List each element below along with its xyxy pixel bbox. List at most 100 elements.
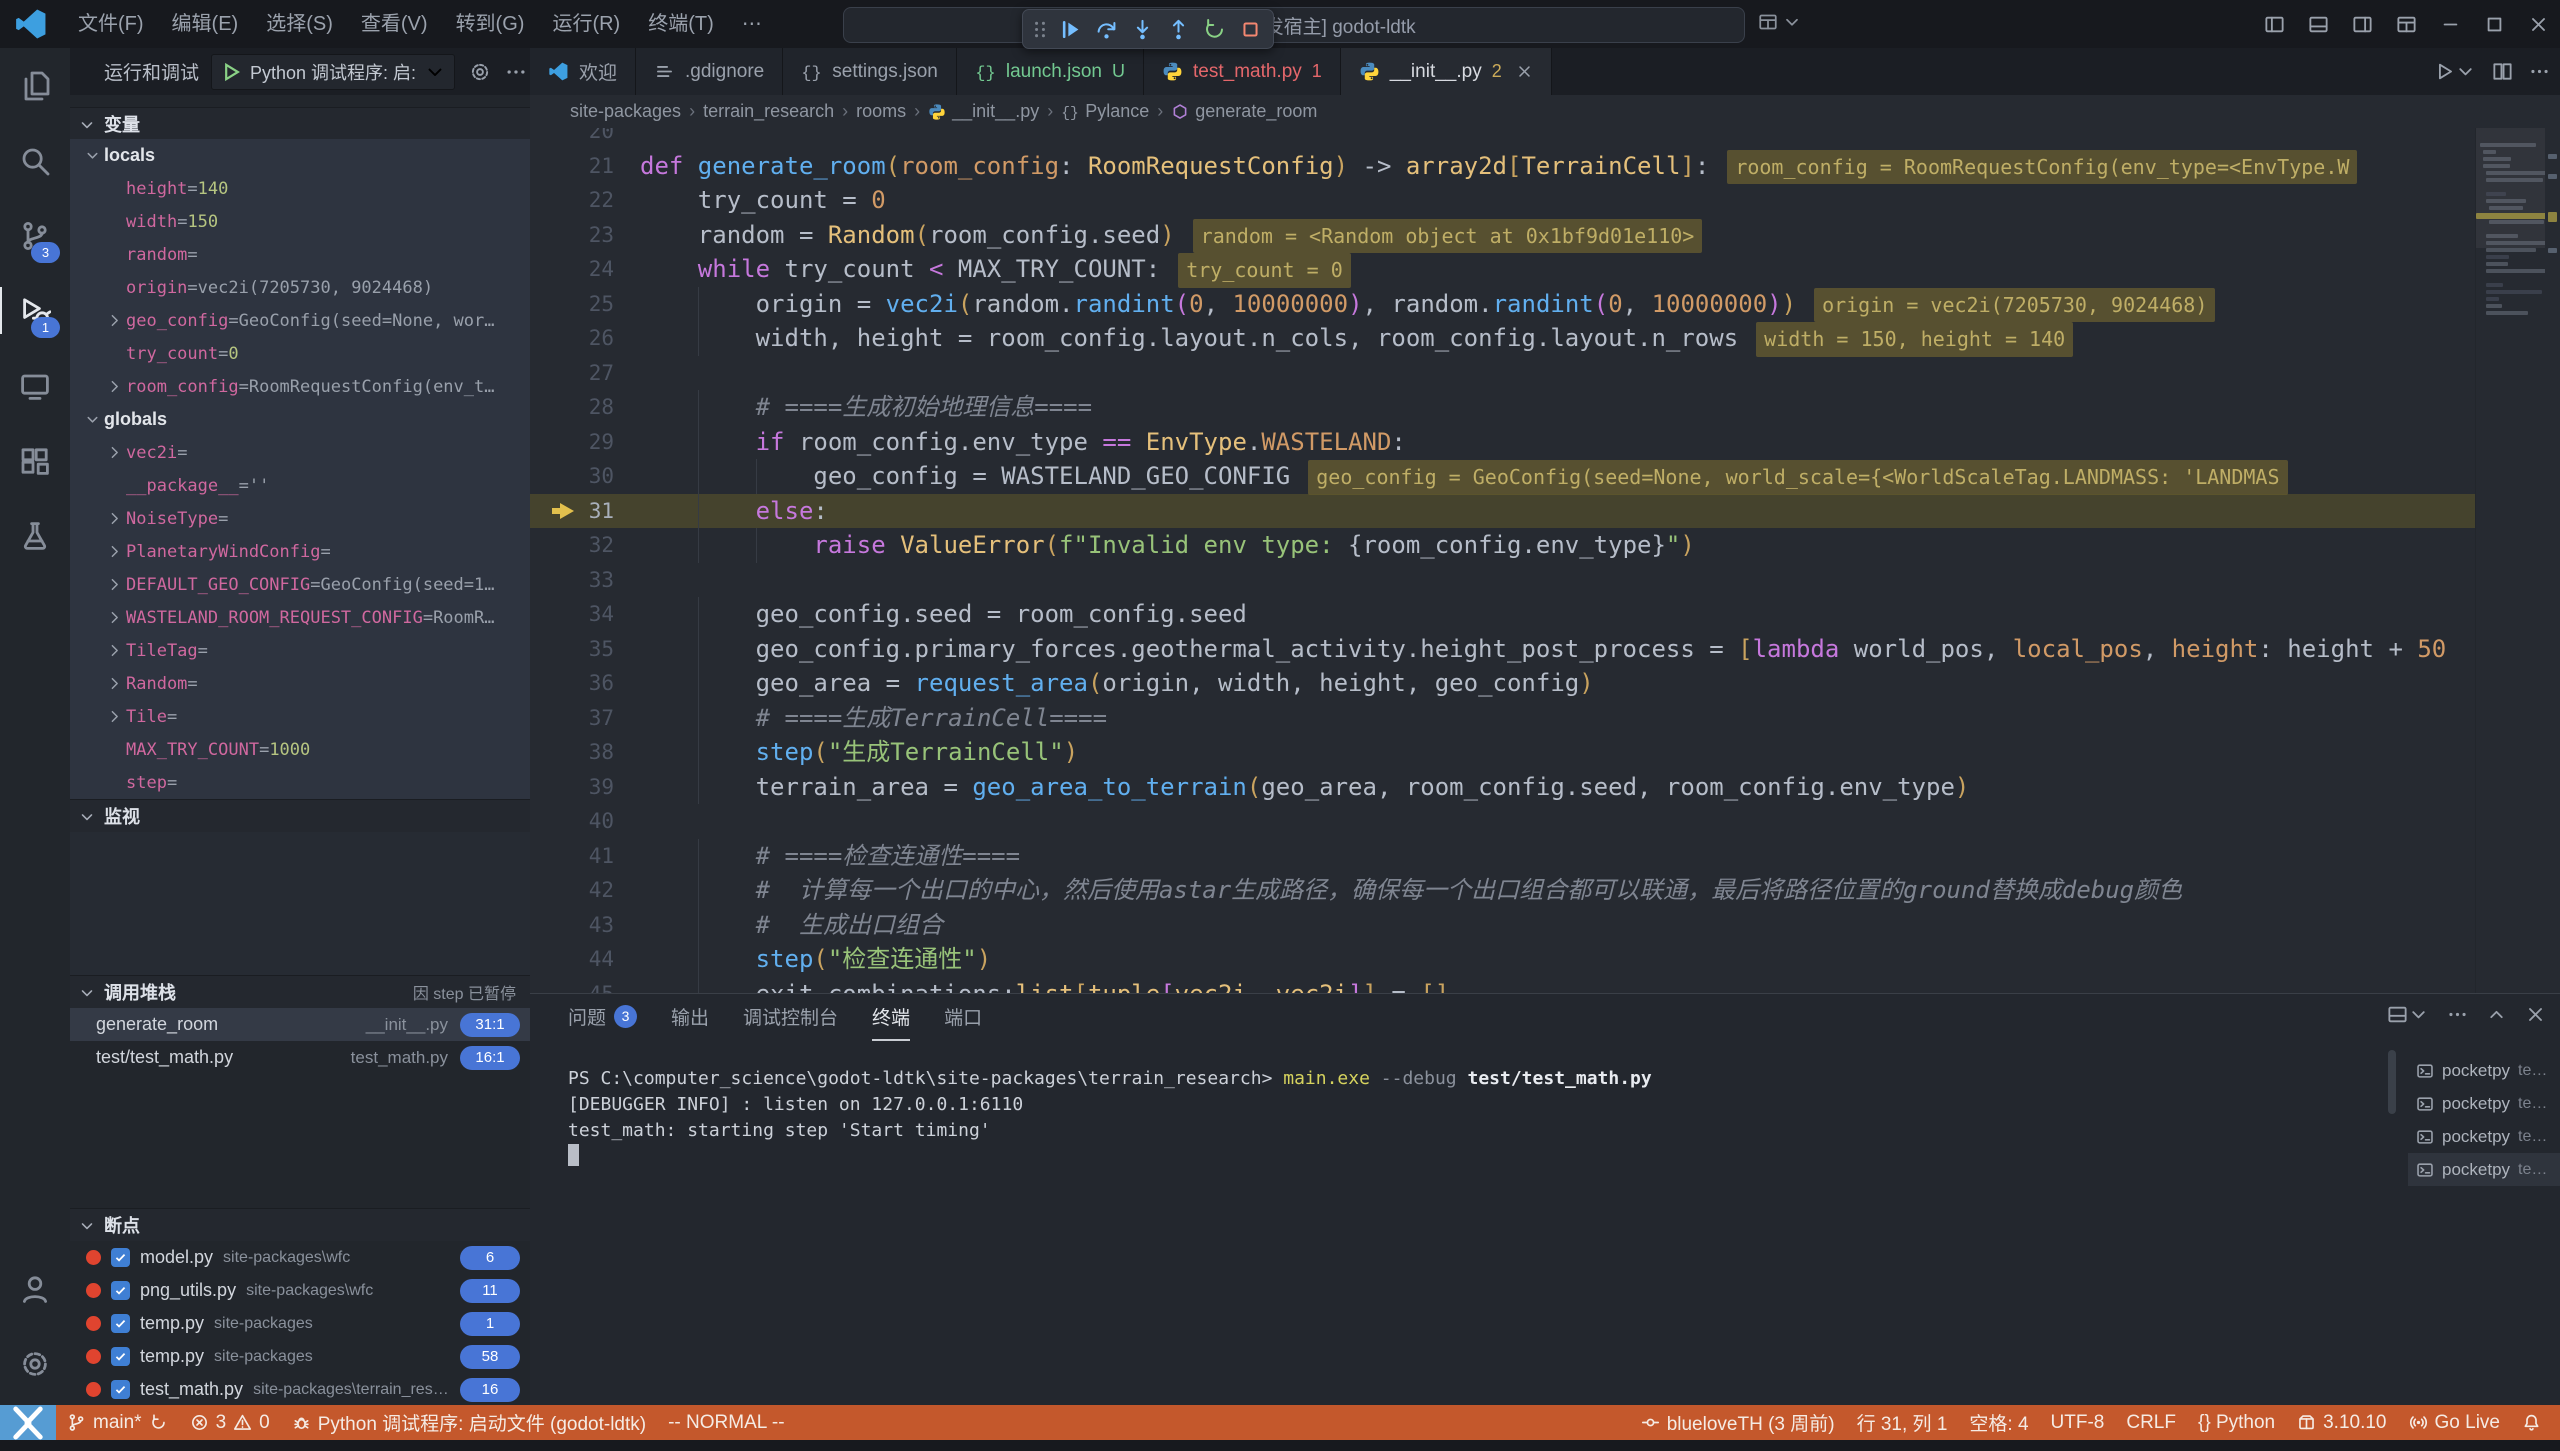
terminal-session[interactable]: pocketpyte… [2408,1087,2560,1120]
code-line-38[interactable]: 38 step("生成TerrainCell") [530,735,2475,770]
customize-layout[interactable] [2384,0,2428,48]
close-window[interactable] [2516,0,2560,48]
debug-continue[interactable] [1053,13,1087,45]
breakpoint-checkbox[interactable] [111,1380,130,1399]
breadcrumb-item[interactable]: rooms [856,101,906,122]
minimize-window[interactable] [2428,0,2472,48]
variables-section-header[interactable]: 变量 [70,107,530,140]
action-more-actions[interactable] [2529,61,2550,82]
stack-frame[interactable]: test/test_math.pytest_math.py16:1 [70,1041,530,1074]
breakpoint-row[interactable]: test_math.pysite-packages\terrain_res…16 [70,1373,530,1405]
menu-terminal[interactable]: 终端(T) [634,0,728,48]
debug-step-out[interactable] [1161,13,1195,45]
variable-row[interactable]: vec2i = [70,436,530,469]
status-language-mode[interactable]: {} Python [2187,1405,2286,1440]
breakpoint-row[interactable]: png_utils.pysite-packages\wfc11 [70,1274,530,1307]
activity-search[interactable] [0,123,70,198]
start-debugging-icon[interactable] [220,61,242,83]
start-debug-icon[interactable] [220,61,242,83]
panel-tab-problems[interactable]: 问题3 [568,993,637,1041]
code-line-37[interactable]: 37 # ====生成TerrainCell==== [530,701,2475,736]
code-line-40[interactable]: 40 [530,804,2475,839]
status-eol[interactable]: CRLF [2115,1405,2187,1440]
breadcrumb-item[interactable]: site-packages [570,101,681,122]
code-line-36[interactable]: 36 geo_area = request_area(origin, width… [530,666,2475,701]
maximize-window[interactable] [2472,0,2516,48]
overview-ruler[interactable] [2545,128,2560,993]
menu-go[interactable]: 转到(G) [442,0,539,48]
breakpoint-checkbox[interactable] [111,1248,130,1267]
code-editor[interactable]: 2021def generate_room(room_config: RoomR… [530,128,2475,993]
panel-action-terminal-layout[interactable] [2387,1004,2429,1025]
tab-init-py[interactable]: __init__.py2 [1341,48,1552,95]
debug-stop[interactable] [1233,13,1267,45]
toggle-primary-sidebar[interactable] [2252,0,2296,48]
code-line-21[interactable]: 21def generate_room(room_config: RoomReq… [530,149,2475,184]
code-line-33[interactable]: 33 [530,563,2475,598]
variable-group[interactable]: locals [70,139,530,172]
status-encoding[interactable]: UTF-8 [2040,1405,2116,1440]
quick-menu[interactable] [1758,12,1802,32]
command-center-search[interactable]: [扩展开发宿主] godot-ldtk [843,7,1745,43]
variable-row[interactable]: height = 140 [70,172,530,205]
status-git-commit[interactable]: blueloveTH (3 周前) [1630,1405,1846,1440]
status-vim-mode[interactable]: -- NORMAL -- [657,1405,795,1440]
panel-action-maximize-panel[interactable] [2486,1004,2507,1025]
status-indentation[interactable]: 空格: 4 [1958,1405,2039,1440]
status-debug-status[interactable]: Python 调试程序: 启动文件 (godot-ldtk) [281,1405,657,1440]
menu-selection[interactable]: 选择(S) [252,0,347,48]
terminal-session[interactable]: pocketpyte… [2408,1120,2560,1153]
variable-row[interactable]: origin = vec2i(7205730, 9024468) [70,271,530,304]
code-line-26[interactable]: 26 width, height = room_config.layout.n_… [530,321,2475,356]
variable-row[interactable]: Tile = [70,700,530,733]
variable-row[interactable]: random = [70,238,530,271]
code-line-31[interactable]: 31 else: [530,494,2475,529]
variable-row[interactable]: Random = [70,667,530,700]
variable-group[interactable]: globals [70,403,530,436]
code-line-23[interactable]: 23 random = Random(room_config.seed)rand… [530,218,2475,253]
activity-remote-explorer[interactable] [0,348,70,423]
terminal-scrollbar[interactable] [2388,1050,2396,1114]
terminal-session[interactable]: pocketpyte… [2408,1153,2560,1186]
status-git-branch[interactable]: main* [56,1405,179,1440]
panel-action-close-panel[interactable] [2525,1004,2546,1025]
terminal-session[interactable]: pocketpyte… [2408,1054,2560,1087]
more-actions-icon[interactable] [505,61,527,83]
watch-section-header[interactable]: 监视 [70,799,530,832]
code-line-22[interactable]: 22 try_count = 0 [530,183,2475,218]
code-line-44[interactable]: 44 step("检查连通性") [530,942,2475,977]
code-line-39[interactable]: 39 terrain_area = geo_area_to_terrain(ge… [530,770,2475,805]
code-line-20[interactable]: 20 [530,128,2475,149]
status-go-live[interactable]: Go Live [2398,1405,2511,1440]
panel-tab-terminal[interactable]: 终端 [872,993,910,1041]
code-line-24[interactable]: 24 while try_count < MAX_TRY_COUNT:try_c… [530,252,2475,287]
tab-settings-json[interactable]: {}settings.json [783,48,957,95]
code-line-29[interactable]: 29 if room_config.env_type == EnvType.WA… [530,425,2475,460]
breadcrumb-item[interactable]: generate_room [1171,101,1317,122]
activity-explorer[interactable] [0,48,70,123]
variable-row[interactable]: width = 150 [70,205,530,238]
gear-icon[interactable] [469,61,491,83]
breakpoint-checkbox[interactable] [111,1347,130,1366]
variable-row[interactable]: try_count = 0 [70,337,530,370]
code-line-28[interactable]: 28 # ====生成初始地理信息==== [530,390,2475,425]
toggle-secondary-sidebar[interactable] [2340,0,2384,48]
status-remote-indicator[interactable] [0,1405,56,1440]
menu-view[interactable]: 查看(V) [347,0,442,48]
code-line-42[interactable]: 42 # 计算每一个出口的中心，然后使用astar生成路径，确保每一个出口组合都… [530,873,2475,908]
debug-step-over[interactable] [1089,13,1123,45]
code-line-45[interactable]: 45 exit_combinations:list[tuple[vec2i, v… [530,977,2475,994]
panel-tab-debug-console[interactable]: 调试控制台 [743,993,838,1041]
panel-tab-output[interactable]: 输出 [671,993,709,1041]
breakpoint-checkbox[interactable] [111,1314,130,1333]
menu-run[interactable]: 运行(R) [538,0,634,48]
activity-source-control[interactable]: 3 [0,198,70,273]
breadcrumb-item[interactable]: {}Pylance [1061,101,1149,122]
activity-manage[interactable] [0,1326,70,1401]
action-split-editor[interactable] [2492,61,2513,82]
code-line-35[interactable]: 35 geo_config.primary_forces.geothermal_… [530,632,2475,667]
code-line-27[interactable]: 27 [530,356,2475,391]
variable-row[interactable]: PlanetaryWindConfig = [70,535,530,568]
panel-action-panel-more[interactable] [2447,1004,2468,1025]
debug-restart[interactable] [1197,13,1231,45]
